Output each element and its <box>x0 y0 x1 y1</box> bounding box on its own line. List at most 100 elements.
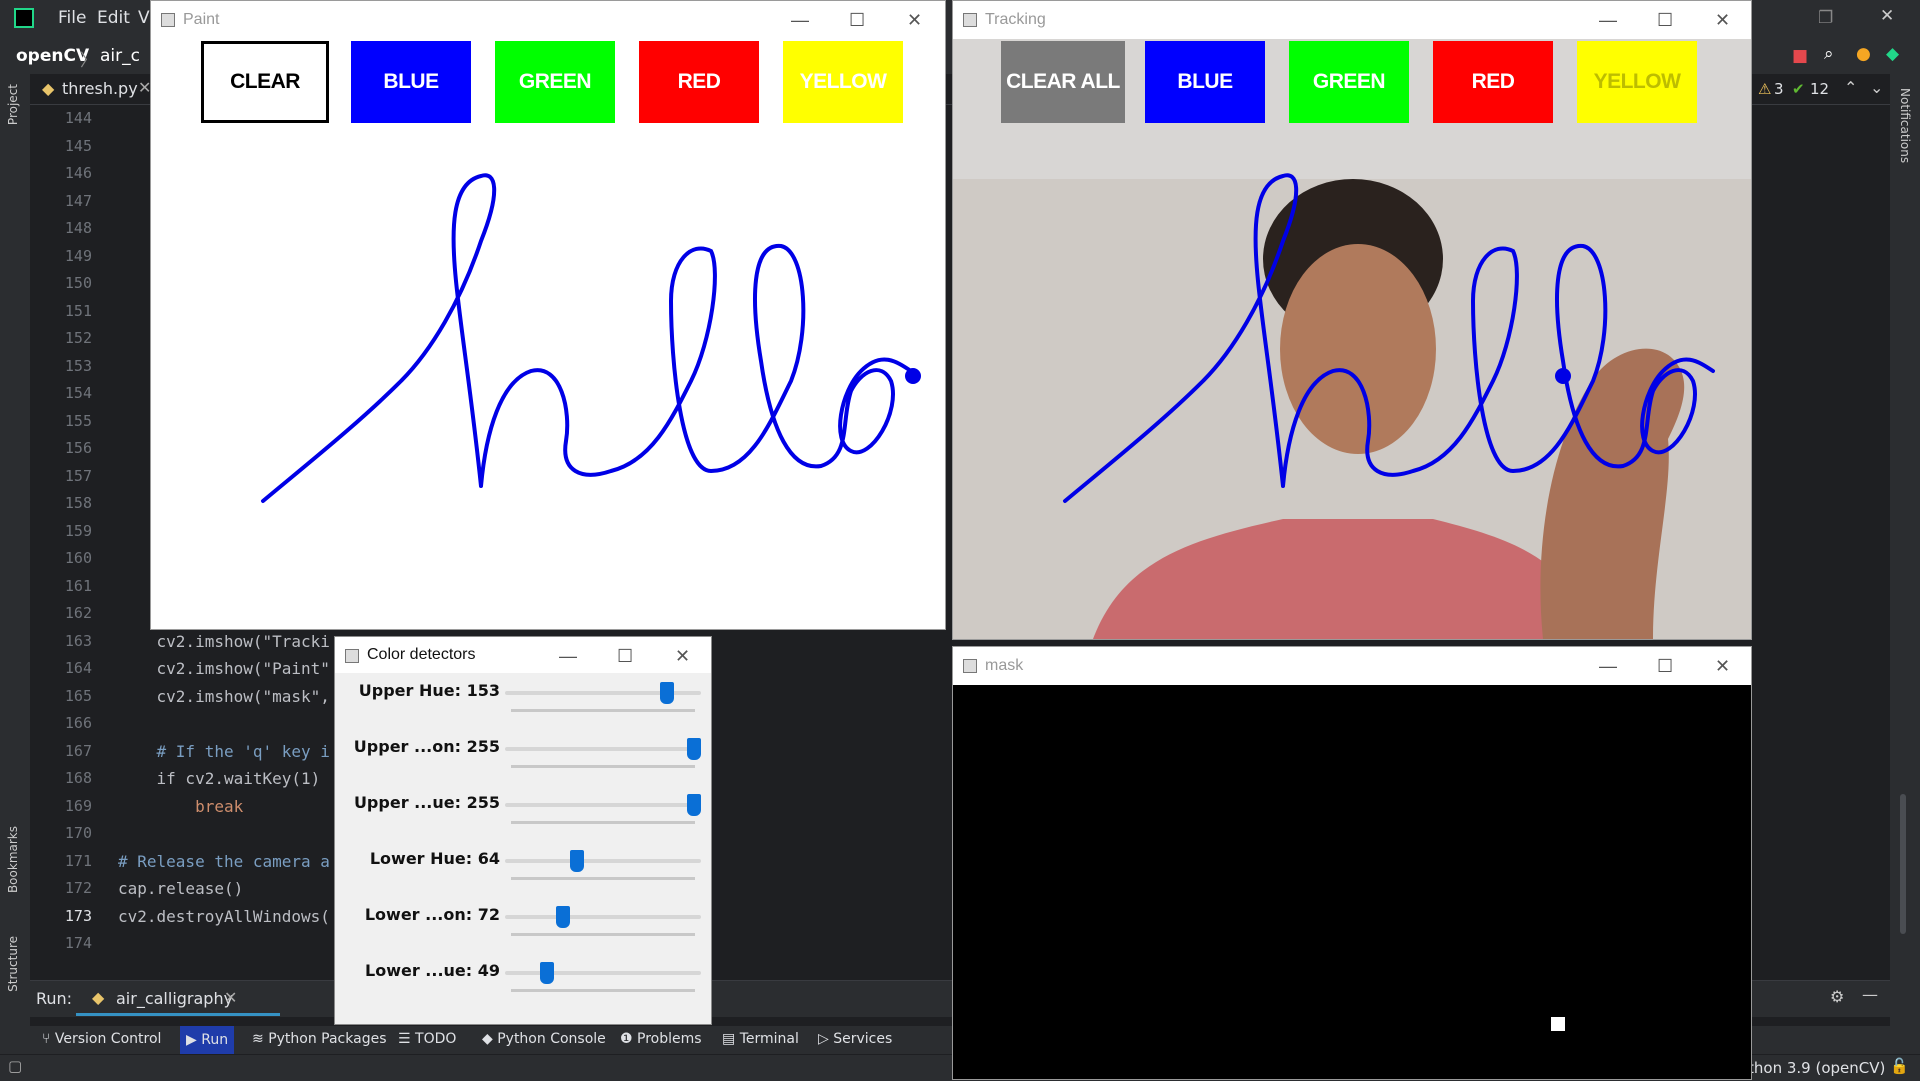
line-number: 165 <box>64 686 92 705</box>
settings-gear-icon[interactable]: ⚙ <box>1830 987 1844 1006</box>
trackbar-label: Lower ...ue: 49 <box>365 961 500 980</box>
trackbar-label: Upper ...on: 255 <box>353 737 500 756</box>
code-line: cv2.imshow("Paint" <box>118 659 330 678</box>
run-label: Run: <box>36 989 73 1008</box>
trackbar-thumb[interactable] <box>556 906 571 928</box>
python-packages-button[interactable]: ≋ Python Packages <box>252 1031 387 1047</box>
restore-icon[interactable]: ❐ <box>1818 8 1833 28</box>
line-number: 149 <box>64 246 92 265</box>
mask-window-title: mask <box>985 657 1024 674</box>
ok-count[interactable]: 12 <box>1810 80 1829 98</box>
maximize-icon[interactable]: ☐ <box>1657 656 1673 677</box>
warning-count[interactable]: 3 <box>1774 80 1784 98</box>
menu-view[interactable]: V <box>138 8 150 28</box>
services-button[interactable]: ▷ Services <box>818 1031 892 1047</box>
plugin-icon[interactable]: ◆ <box>1886 44 1899 64</box>
line-number: 162 <box>64 604 92 622</box>
chevron-down-icon[interactable]: ⌄ <box>1870 78 1883 97</box>
trackbar-ticks <box>511 821 695 824</box>
line-number: 167 <box>64 741 92 760</box>
layout-toggle-icon[interactable]: ▢ <box>8 1057 22 1075</box>
run-config-tab[interactable]: air_calligraphy <box>116 989 233 1008</box>
trackbar-track[interactable] <box>505 859 701 863</box>
paint-window: Paint — ☐ ✕ CLEAR BLUE GREEN RED YELLOW <box>150 0 946 630</box>
color-detectors-title-bar[interactable]: Color detectors — ☐ ✕ <box>335 637 711 673</box>
paint-canvas[interactable] <box>151 1 945 629</box>
minimize-icon[interactable]: — <box>559 646 577 667</box>
line-number: 166 <box>64 714 92 732</box>
tab-thresh[interactable]: thresh.py <box>62 79 138 98</box>
trackbar-track[interactable] <box>505 971 701 975</box>
trackbar-thumb[interactable] <box>687 738 701 760</box>
terminal-icon: ▤ <box>722 1031 740 1047</box>
line-number: 158 <box>64 494 92 512</box>
notifications-tool-button[interactable]: Notifications <box>1898 88 1912 163</box>
pycharm-logo-icon <box>14 8 34 28</box>
line-number: 160 <box>64 549 92 567</box>
ok-check-icon[interactable]: ✔ <box>1792 80 1805 98</box>
trackbar-thumb[interactable] <box>687 794 701 816</box>
menu-file[interactable]: File <box>58 8 86 28</box>
line-number: 171 <box>64 851 92 870</box>
minimize-panel-icon[interactable]: — <box>1862 985 1878 1004</box>
minimize-icon[interactable]: — <box>1599 656 1617 677</box>
line-number: 157 <box>64 466 92 485</box>
close-icon[interactable]: ✕ <box>1880 6 1894 26</box>
code-line: cv2.destroyAllWindows( <box>118 906 330 926</box>
warning-icon[interactable]: ⚠ <box>1758 80 1771 98</box>
trackbar-thumb[interactable] <box>539 962 554 984</box>
trackbar-label: Lower Hue: 64 <box>369 849 500 868</box>
line-number: 144 <box>64 109 92 127</box>
mask-title-bar[interactable]: mask — ☐ ✕ <box>953 647 1751 685</box>
run-tool-button[interactable]: ▶ Run <box>180 1026 235 1054</box>
breadcrumb-file[interactable]: air_c <box>100 46 140 66</box>
line-number: 150 <box>64 274 92 292</box>
python-console-button[interactable]: ◆ Python Console <box>482 1031 606 1047</box>
maximize-icon[interactable]: ☐ <box>617 646 633 667</box>
mask-blob <box>1551 1017 1565 1031</box>
update-icon[interactable]: ● <box>1856 44 1871 64</box>
trackbar-track[interactable] <box>505 747 701 751</box>
trackbar-ticks <box>511 765 695 768</box>
code-line: cv2.imshow("mask", <box>118 686 330 706</box>
project-name[interactable]: openCV <box>16 46 89 66</box>
line-number: 156 <box>64 439 92 457</box>
search-icon[interactable]: ⌕ <box>1824 44 1834 64</box>
hello-stroke-overlay <box>1063 173 1715 503</box>
pen-tip-dot <box>1555 368 1571 384</box>
python-icon: ◆ <box>482 1031 498 1047</box>
tracking-overlay <box>1063 173 1715 503</box>
close-icon[interactable]: ✕ <box>1715 656 1730 677</box>
structure-tool-button[interactable]: Structure <box>6 936 20 992</box>
trackbar-ticks <box>511 877 695 880</box>
trackbar-track[interactable] <box>505 915 701 919</box>
interpreter-status[interactable]: thon 3.9 (openCV) <box>1748 1059 1885 1077</box>
close-icon[interactable]: ✕ <box>675 646 690 667</box>
lock-icon[interactable]: 🔓 <box>1890 1057 1909 1075</box>
right-tool-strip: Notifications <box>1890 74 1920 1044</box>
terminal-button[interactable]: ▤ Terminal <box>722 1031 799 1047</box>
trackbar-thumb[interactable] <box>659 682 674 704</box>
trackbar-thumb[interactable] <box>569 850 584 872</box>
chevron-up-icon[interactable]: ⌃ <box>1844 78 1857 97</box>
trackbar-ticks <box>511 989 695 992</box>
problems-button[interactable]: ❶ Problems <box>620 1031 702 1047</box>
services-icon: ▷ <box>818 1031 834 1047</box>
code-line: cv2.imshow("Tracki <box>118 631 330 651</box>
line-number: 159 <box>64 521 92 540</box>
line-number: 168 <box>64 769 92 787</box>
project-tool-button[interactable]: Project <box>6 84 20 125</box>
todo-button[interactable]: ☰ TODO <box>398 1031 456 1047</box>
menu-edit[interactable]: Edit <box>97 8 130 28</box>
version-control-button[interactable]: ⑂ Version Control <box>42 1031 161 1047</box>
color-detectors-window: Color detectors — ☐ ✕ Upper Hue: 153 Uppe… <box>334 636 712 1025</box>
code-line: cap.release() <box>118 879 244 898</box>
line-number-gutter: 144 145 146 147 148 149 150 151 152 153 154 155 156 1… <box>30 105 110 952</box>
trackbar-track[interactable] <box>505 803 701 807</box>
list-icon: ☰ <box>398 1031 416 1047</box>
bookmarks-tool-button[interactable]: Bookmarks <box>6 826 20 893</box>
run-tab-close-icon[interactable]: ✕ <box>224 988 237 1007</box>
stop-icon[interactable]: ■ <box>1792 46 1808 66</box>
editor-scrollbar[interactable] <box>1900 794 1906 934</box>
vcs-icon: ⑂ <box>42 1031 55 1047</box>
